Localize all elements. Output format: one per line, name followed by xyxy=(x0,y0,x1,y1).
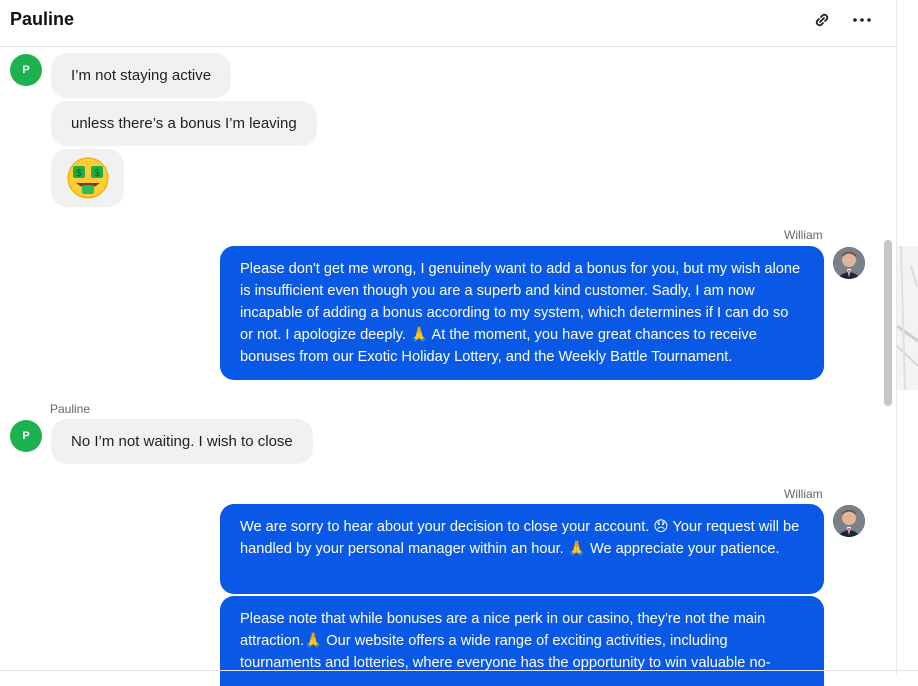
message-text: unless there’s a bonus I’m leaving xyxy=(71,115,297,132)
message-text: I’m not staying active xyxy=(71,67,212,84)
message-text: Please don't get me wrong, I genuinely w… xyxy=(240,261,801,365)
chat-header: Pauline xyxy=(0,0,896,47)
message-text: Please note that while bonuses are a nic… xyxy=(240,611,771,671)
chat-title: Pauline xyxy=(10,9,75,29)
avatar xyxy=(833,505,865,537)
avatar-initial: P xyxy=(22,430,30,442)
message-bubble: Please note that while bonuses are a nic… xyxy=(220,596,824,686)
message-bubble: We are sorry to hear about your decision… xyxy=(220,504,824,594)
avatar xyxy=(833,247,865,279)
emoji-message-bubble: $ $ xyxy=(51,149,124,207)
map-fragment xyxy=(896,245,918,391)
divider xyxy=(0,670,918,671)
message-bubble: I’m not staying active xyxy=(51,53,232,98)
chat-scrollbar[interactable] xyxy=(884,240,892,406)
message-text: We are sorry to hear about your decision… xyxy=(240,519,800,557)
link-icon[interactable] xyxy=(810,8,834,32)
message-text: No I’m not waiting. I wish to close xyxy=(71,433,293,450)
avatar-initial: P xyxy=(22,64,30,76)
message-bubble: Please don't get me wrong, I genuinely w… xyxy=(220,246,824,380)
more-horizontal-icon[interactable] xyxy=(850,8,874,32)
svg-text:$: $ xyxy=(94,168,100,179)
message-bubble: unless there’s a bonus I’m leaving xyxy=(51,101,317,146)
avatar: P xyxy=(10,420,42,452)
sender-name: William xyxy=(784,228,823,242)
sender-name: Pauline xyxy=(50,402,91,416)
avatar: P xyxy=(10,54,42,86)
money-mouth-face-icon: $ $ xyxy=(67,157,109,199)
svg-text:$: $ xyxy=(76,168,82,179)
sender-name: William xyxy=(784,487,823,501)
message-bubble: No I’m not waiting. I wish to close xyxy=(51,419,313,464)
